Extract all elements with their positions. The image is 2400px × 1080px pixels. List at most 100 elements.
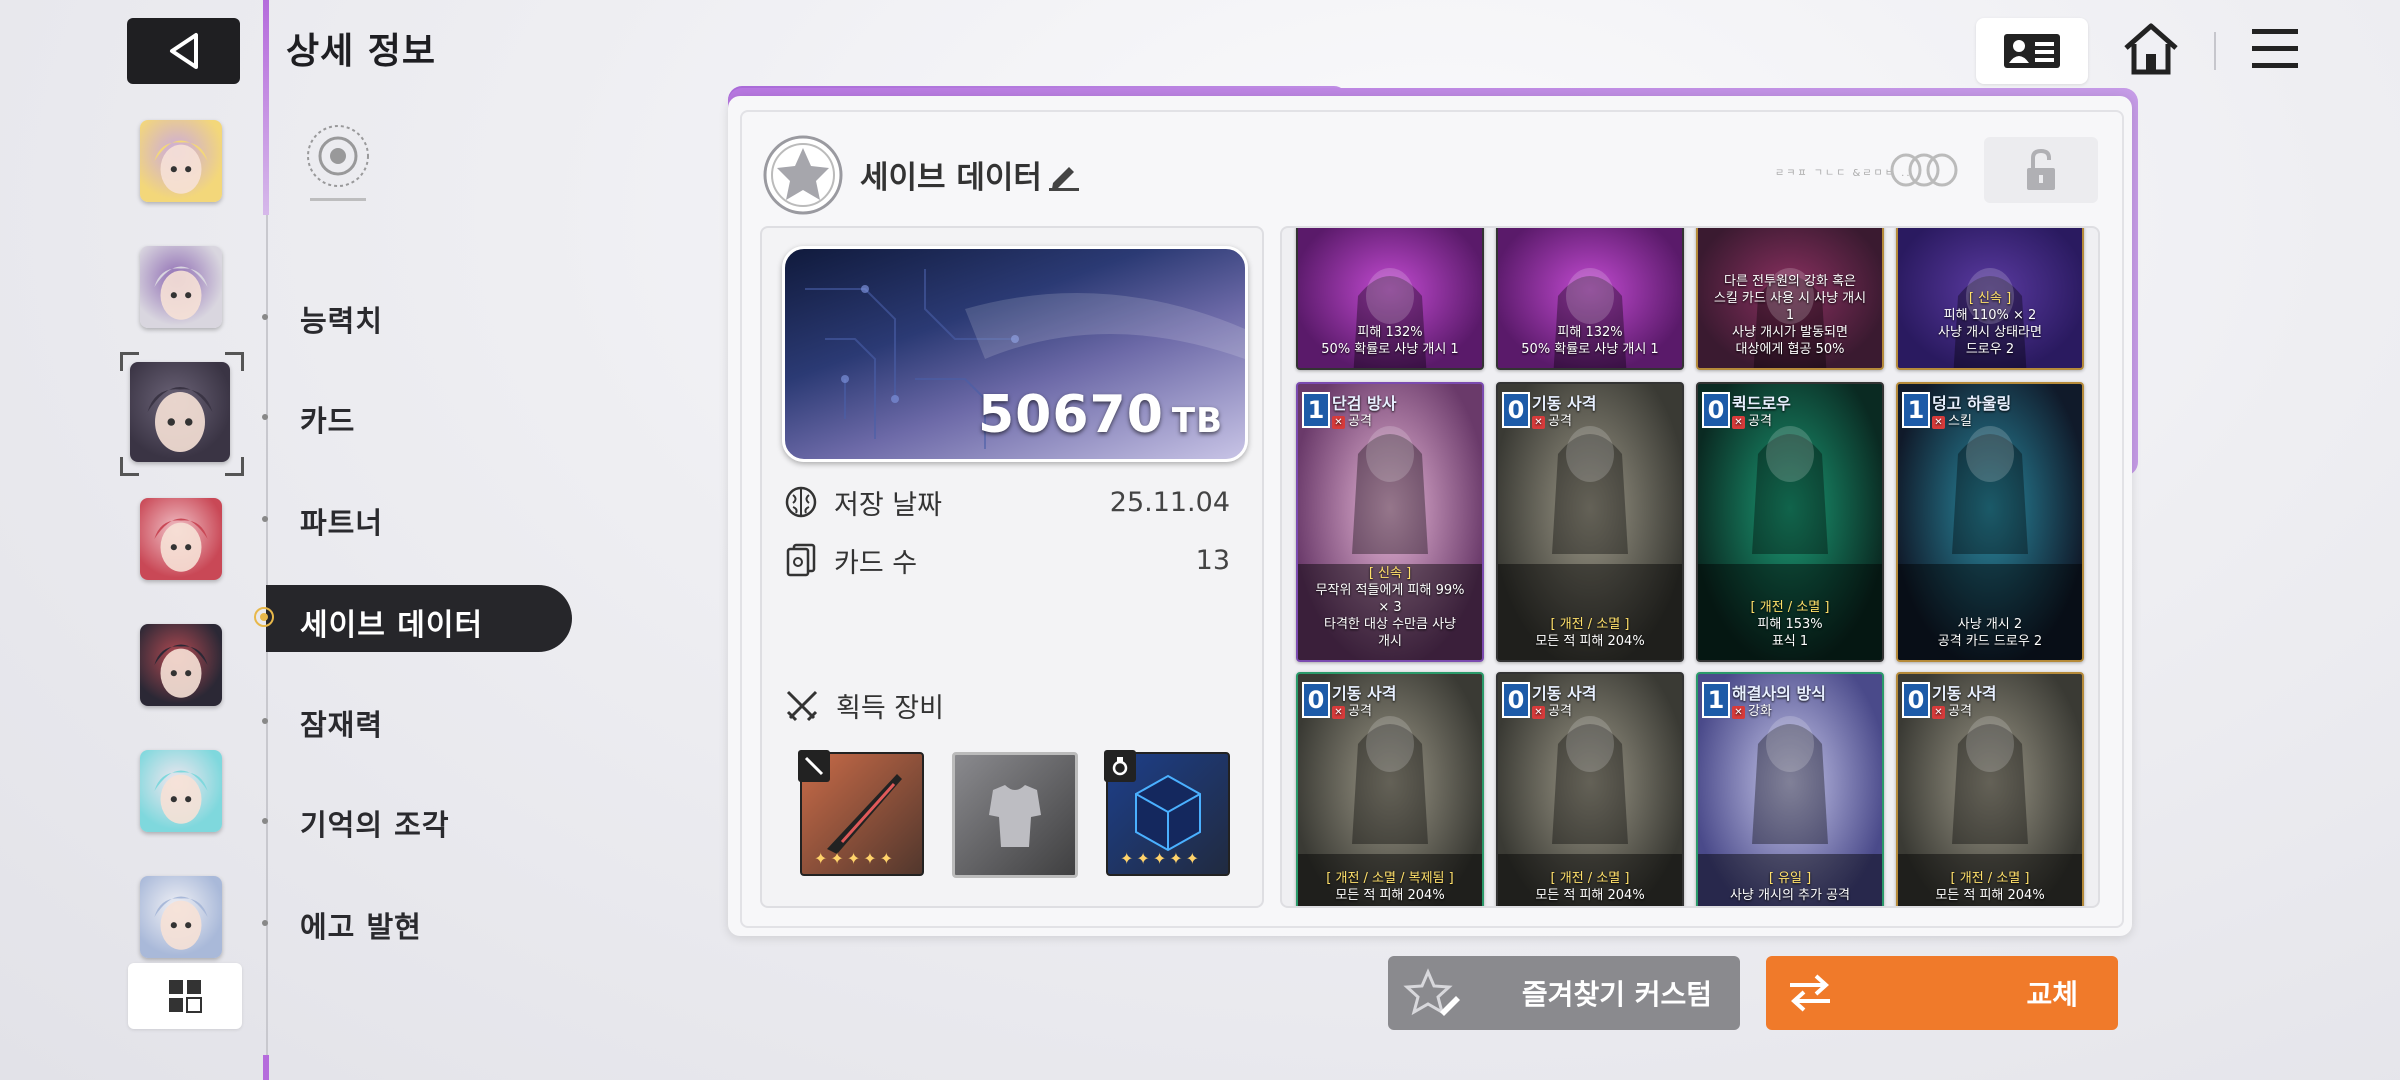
menu-bullet-icon	[262, 414, 268, 420]
portrait-face-icon	[154, 518, 208, 572]
card-tile[interactable]: [ 신속 ] 피해 110% × 2 사냥 개시 상태라면 드로우 2	[1896, 228, 2084, 370]
menu-item-label: 카드	[300, 404, 356, 438]
card-tile[interactable]: 1 해결사의 방식 ✕ 강화[ 유일 ] 사냥 개시의 추가 공격	[1696, 672, 1884, 906]
card-cost: 1	[1902, 392, 1930, 428]
card-type-label: 강화	[1748, 704, 1772, 719]
card-tile[interactable]: 0 기동 사격 ✕ 공격[ 개전 / 소멸 ] 모든 적 피해 204%	[1496, 382, 1684, 662]
lock-button[interactable]	[1984, 137, 2098, 203]
card-cost: 0	[1502, 682, 1530, 718]
character-portrait[interactable]	[140, 750, 222, 832]
card-cost: 0	[1502, 392, 1530, 428]
menu-item[interactable]: 능력치	[262, 298, 384, 340]
card-type: ✕ 공격	[1532, 410, 1572, 429]
card-type: ✕ 공격	[1532, 700, 1572, 719]
card-count-value: 13	[1195, 544, 1230, 576]
save-date-value: 25.11.04	[1109, 486, 1230, 518]
card-type: ✕ 스킬	[1932, 410, 1972, 429]
card-tile[interactable]: 0 퀵드로우 ✕ 공격[ 개전 / 소멸 ] 피해 153% 표식 1	[1696, 382, 1884, 662]
star-edit-icon	[1403, 968, 1460, 1016]
menu-button[interactable]	[2250, 26, 2300, 76]
card-desc-line: 피해 132%	[1557, 325, 1623, 340]
back-button[interactable]	[127, 18, 240, 84]
tb-amount: 50670 TB	[978, 385, 1223, 445]
card-desc-line: 표식 1	[1771, 634, 1809, 649]
portrait-face-icon	[154, 644, 208, 698]
active-menu-marker-icon	[254, 607, 274, 627]
card-type-label: 공격	[1548, 414, 1572, 429]
card-tile[interactable]: 피해 132% 50% 확률로 사냥 개시 1	[1496, 228, 1684, 370]
card-type-icon: ✕	[1732, 706, 1745, 719]
menu-bullet-icon	[262, 718, 268, 724]
card-description: 피해 132% 50% 확률로 사냥 개시 1	[1304, 324, 1476, 358]
toolbar-divider	[2214, 32, 2216, 70]
grid-view-button[interactable]	[128, 963, 242, 1029]
card-tag: [ 개전 / 소멸 ]	[1950, 871, 2030, 886]
menu-item[interactable]: 잠재력	[262, 702, 384, 744]
card-tile[interactable]: 0 기동 사격 ✕ 공격[ 개전 / 소멸 ] 모든 적 피해 204%	[1496, 672, 1684, 906]
card-desc-line: 사냥 개시가 발동되면	[1732, 325, 1848, 340]
swap-button[interactable]: 교체	[1766, 956, 2118, 1030]
card-desc-line: 모든 적 피해 204%	[1535, 634, 1645, 649]
portrait-face-icon	[154, 266, 208, 320]
menu-item-label: 에고 발현	[300, 910, 422, 944]
card-type-icon: ✕	[1332, 706, 1345, 719]
card-tile[interactable]: 0 기동 사격 ✕ 공격[ 개전 / 소멸 / 복제됨 ] 모든 적 피해 204%	[1296, 672, 1484, 906]
card-tile[interactable]: 0 기동 사격 ✕ 공격[ 개전 / 소멸 ] 모든 적 피해 204%	[1896, 672, 2084, 906]
card-type-label: 공격	[1348, 414, 1372, 429]
sidebar-rail-accent-bottom	[263, 1055, 269, 1080]
card-desc-line: 사냥 개시 상태라면	[1938, 325, 2042, 340]
character-portrait[interactable]	[140, 498, 222, 580]
character-portrait[interactable]	[140, 246, 222, 328]
menu-item-label: 잠재력	[300, 708, 384, 742]
card-type-icon: ✕	[1732, 416, 1745, 429]
favorite-custom-label: 즐겨찾기 커스텀	[1521, 978, 1712, 1011]
gear-weapon[interactable]: ✦✦✦✦✦	[798, 750, 924, 876]
card-tile[interactable]: 1 덩고 하울링 ✕ 스킬 사냥 개시 2 공격 카드 드로우 2	[1896, 382, 2084, 662]
card-count-row: 카드 수 13	[784, 540, 1230, 580]
gear-accessory[interactable]: ✦✦✦✦✦	[1104, 750, 1230, 876]
edit-name-icon[interactable]	[1047, 157, 1081, 191]
card-tag: [ 유일 ]	[1768, 871, 1812, 886]
favorite-custom-button[interactable]: 즐겨찾기 커스텀	[1388, 956, 1740, 1030]
menu-item[interactable]: 파트너	[262, 500, 383, 542]
sidebar-rail-accent	[263, 0, 269, 215]
card-desc-line: 피해 110% × 2	[1943, 308, 2037, 323]
character-portrait[interactable]	[140, 120, 222, 202]
card-description: [ 개전 / 소멸 ] 모든 적 피해 204%	[1504, 616, 1676, 650]
swap-arrows-icon	[1790, 974, 1830, 1012]
card-tile[interactable]: 1 단검 방사 ✕ 공격[ 신속 ] 무작위 적들에게 피해 99% × 3 타격한 대상 …	[1296, 382, 1484, 662]
character-emblem-icon	[307, 125, 369, 201]
card-desc-line: 피해 132%	[1357, 325, 1423, 340]
card-desc-line: 모든 적 피해 204%	[1935, 888, 2045, 903]
menu-item[interactable]: 에고 발현	[262, 904, 422, 946]
tb-card: 50670 TB	[782, 246, 1248, 462]
character-portrait[interactable]	[140, 624, 222, 706]
card-type: ✕ 공격	[1332, 700, 1372, 719]
card-tile[interactable]: 다른 전투원의 강화 혹은 스킬 카드 사용 시 사냥 개시 1 사냥 개시가 발동되…	[1696, 228, 1884, 370]
unlock-icon	[2027, 148, 2055, 190]
menu-item[interactable]: 카드	[262, 398, 356, 440]
menu-bullet-icon	[262, 818, 268, 824]
card-count-label: 카드 수	[834, 547, 918, 579]
card-type: ✕ 공격	[1932, 700, 1972, 719]
card-tag: [ 개전 / 소멸 ]	[1550, 871, 1630, 886]
swap-label: 교체	[2026, 978, 2078, 1011]
character-portrait[interactable]	[140, 876, 222, 958]
card-tile[interactable]: 피해 132% 50% 확률로 사냥 개시 1	[1296, 228, 1484, 370]
card-type-label: 스킬	[1948, 414, 1972, 429]
card-desc-line: 50% 확률로 사냥 개시 1	[1321, 342, 1459, 357]
card-desc-line: 드로우 2	[1965, 342, 2015, 357]
home-button[interactable]	[2122, 22, 2180, 80]
menu-item-active[interactable]: 세이브 데이터	[300, 600, 483, 644]
menu-item[interactable]: 기억의 조각	[262, 802, 450, 844]
menu-item-label: 능력치	[300, 304, 384, 338]
card-desc-line: 타격한 대상 수만큼 사냥	[1324, 617, 1456, 632]
card-desc-line: 사냥 개시 2	[1957, 617, 2023, 632]
portrait-face-icon	[154, 140, 208, 194]
card-type-icon: ✕	[1332, 416, 1345, 429]
card-cost: 1	[1302, 392, 1330, 428]
gear-armor[interactable]	[952, 752, 1078, 878]
card-cost: 0	[1702, 392, 1730, 428]
card-deck-grid: 피해 132% 50% 확률로 사냥 개시 1 피해 132% 50% 확률로 사냥 …	[1280, 226, 2100, 908]
profile-card-button[interactable]	[1976, 18, 2088, 84]
